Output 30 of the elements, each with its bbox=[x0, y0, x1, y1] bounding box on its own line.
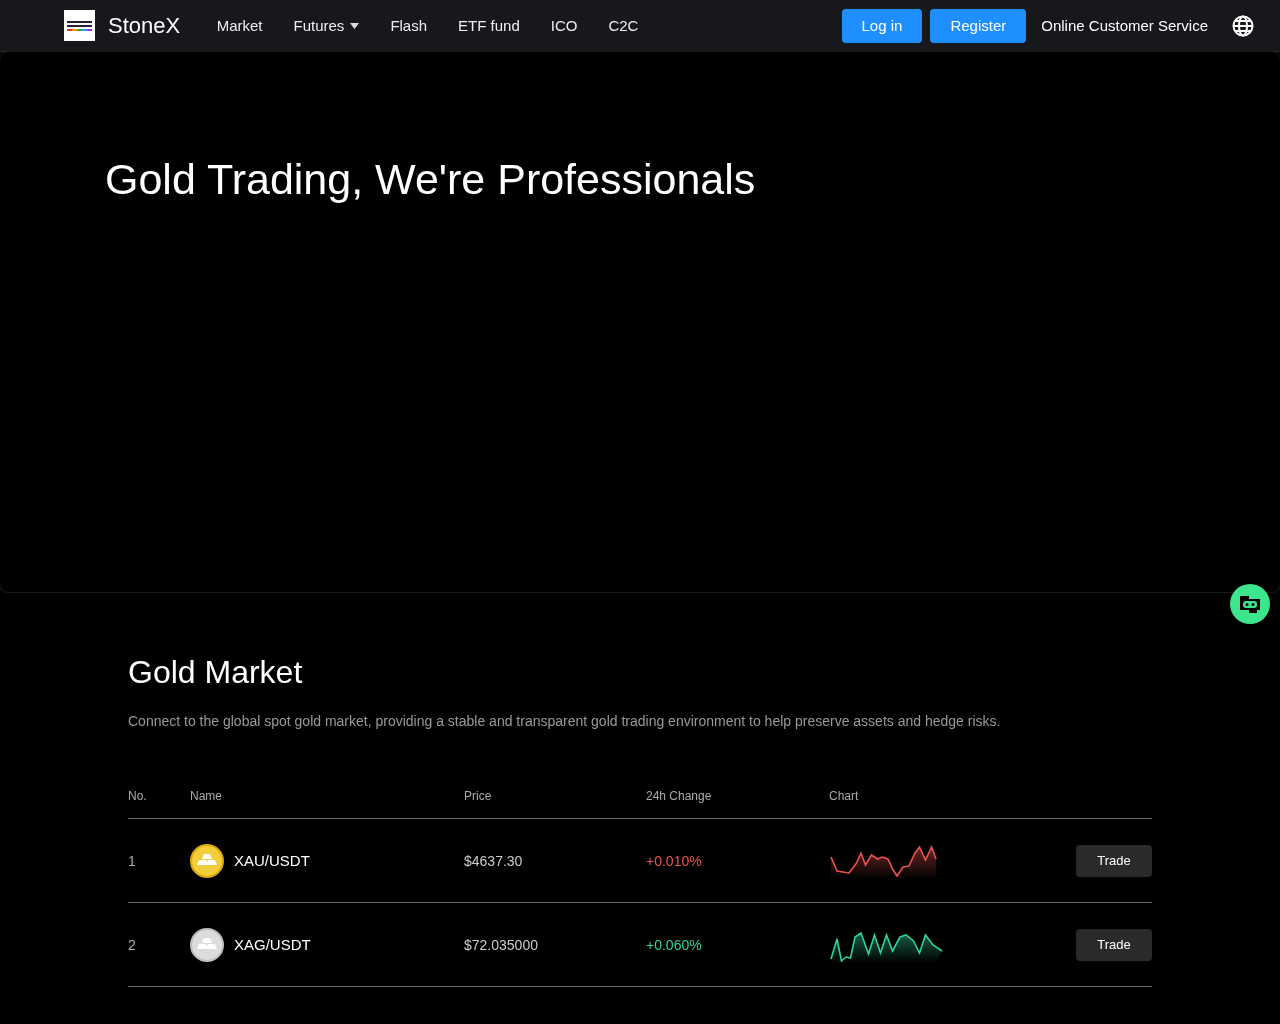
price-value: $72.035000 bbox=[464, 936, 538, 953]
change-value: +0.010% bbox=[646, 852, 702, 869]
nav-link[interactable]: C2C bbox=[592, 17, 654, 34]
chatbot-icon[interactable] bbox=[1230, 584, 1270, 624]
hero-title: Gold Trading, We're Professionals bbox=[105, 155, 757, 204]
ingot-coin-icon bbox=[190, 843, 224, 878]
change-value: +0.060% bbox=[646, 936, 702, 953]
globe-icon[interactable] bbox=[1232, 14, 1254, 37]
nav-link[interactable]: Futures bbox=[278, 17, 375, 34]
row-number: 1 bbox=[128, 852, 136, 869]
trade-button[interactable]: Trade bbox=[1076, 844, 1152, 877]
nav-link[interactable]: Flash bbox=[374, 17, 443, 34]
row-number: 2 bbox=[128, 936, 136, 953]
column-header: Price bbox=[464, 789, 492, 803]
pair-name: XAG/USDT bbox=[234, 936, 311, 953]
nav-link[interactable]: ETF fund bbox=[442, 17, 536, 34]
column-header: 24h Change bbox=[646, 789, 712, 803]
section-description: Connect to the global spot gold market, providing a stable and transparent gold trading environment to help preserve assets and hedge risks. bbox=[128, 713, 1002, 729]
trade-button[interactable]: Trade bbox=[1076, 928, 1152, 961]
column-header: No. bbox=[128, 789, 147, 803]
brand-name[interactable]: StoneX bbox=[108, 12, 181, 39]
nav-link[interactable]: Market bbox=[201, 17, 278, 34]
section-title: Gold Market bbox=[128, 654, 304, 691]
column-header: Name bbox=[190, 789, 222, 803]
customer-service-link[interactable]: Online Customer Service bbox=[1033, 17, 1216, 34]
ingot-coin-icon bbox=[190, 927, 224, 962]
nav-link[interactable]: ICO bbox=[535, 17, 593, 34]
price-value: $4637.30 bbox=[464, 852, 523, 869]
pair-name: XAU/USDT bbox=[234, 852, 310, 869]
column-header: Chart bbox=[829, 789, 859, 803]
